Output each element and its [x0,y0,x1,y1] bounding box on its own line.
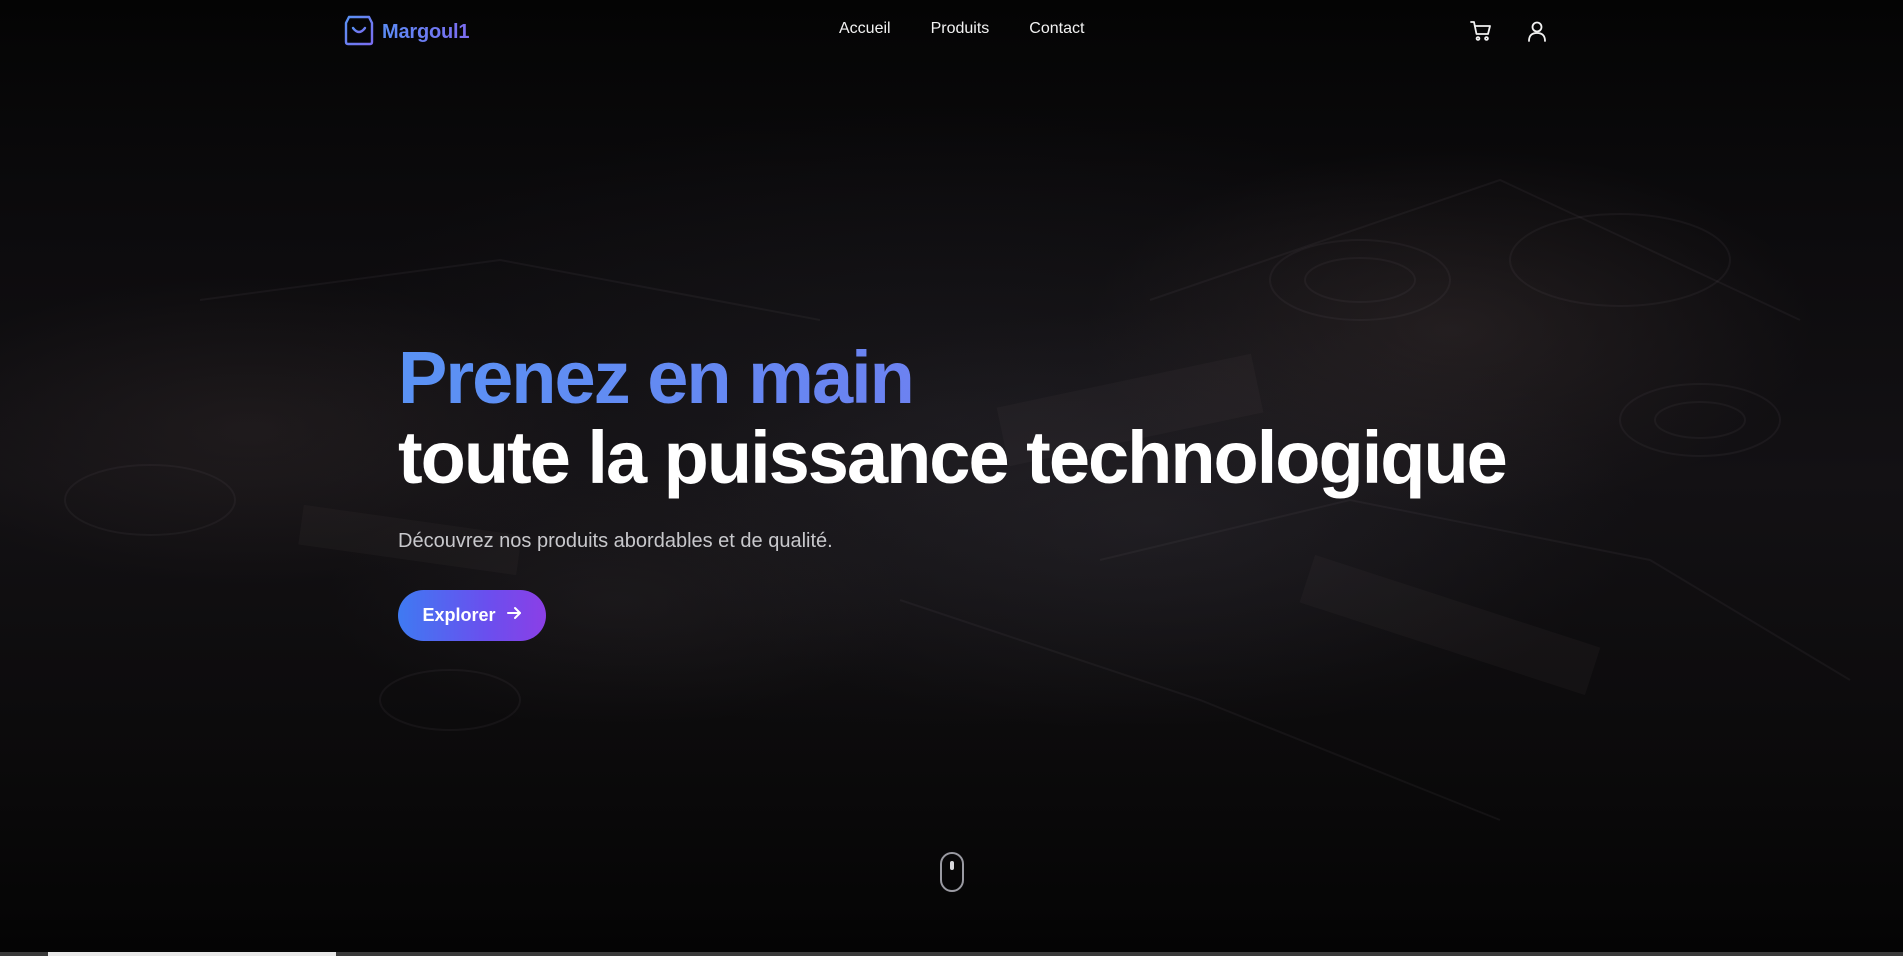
nav-actions [1468,18,1550,44]
shopping-bag-icon [344,14,374,51]
explore-button-label: Explorer [422,605,496,625]
scrollbar-thumb[interactable] [48,952,336,956]
arrow-right-icon [506,605,522,626]
navbar: Margoul1 Accueil Produits Contact [0,0,1903,64]
mouse-scroll-icon[interactable] [940,852,964,892]
cart-icon[interactable] [1468,18,1494,44]
main-nav: Accueil Produits Contact [839,20,1084,38]
brand-logo[interactable]: Margoul1 [344,15,469,49]
explore-button[interactable]: Explorer [398,590,546,641]
nav-link-contact[interactable]: Contact [1029,20,1084,38]
brand-name: Margoul1 [382,20,470,43]
scroll-wheel [950,861,954,870]
user-icon[interactable] [1524,18,1550,44]
hero-title-main: toute la puissance technologique [398,416,1508,499]
nav-link-produits[interactable]: Produits [931,20,990,38]
hero-title-highlight: Prenez en main [398,338,1506,418]
horizontal-scrollbar[interactable] [0,952,1903,956]
hero-title: Prenez en main toute la puissance techno… [398,338,1508,499]
hero-subtitle: Découvrez nos produits abordables et de … [398,530,833,552]
nav-link-accueil[interactable]: Accueil [839,20,891,38]
